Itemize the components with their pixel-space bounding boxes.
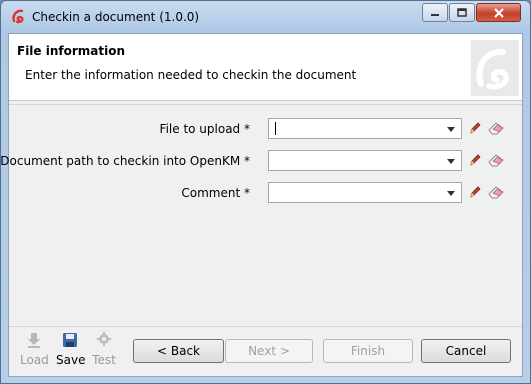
chevron-down-icon[interactable] [447, 159, 455, 164]
app-logo-icon [12, 9, 24, 24]
pencil-icon[interactable] [468, 153, 482, 167]
footer-divider [9, 326, 522, 327]
load-button[interactable]: Load [20, 331, 49, 367]
save-label: Save [56, 353, 86, 367]
minimize-button[interactable] [422, 3, 448, 22]
page-subtitle: Enter the information needed to checkin … [25, 68, 357, 82]
finish-button[interactable]: Finish [323, 339, 413, 363]
watermark-logo-icon [471, 40, 519, 96]
dialog-window: Checkin a document (1.0.0) File informat… [0, 0, 531, 384]
cancel-button[interactable]: Cancel [421, 339, 511, 363]
text-caret [275, 122, 276, 135]
minimize-icon [431, 13, 439, 16]
eraser-icon[interactable] [487, 120, 505, 136]
next-button[interactable]: Next > [225, 339, 313, 363]
test-label: Test [92, 353, 116, 367]
header-divider [9, 104, 522, 105]
eraser-icon[interactable] [487, 152, 505, 168]
page-title: File information [17, 44, 126, 58]
close-icon [493, 7, 504, 18]
page-header: File information Enter the information n… [9, 34, 522, 101]
comment-label: Comment * [181, 186, 250, 200]
eraser-icon[interactable] [487, 184, 505, 200]
chevron-down-icon[interactable] [447, 191, 455, 196]
window-title: Checkin a document (1.0.0) [32, 10, 200, 24]
chevron-down-icon[interactable] [447, 127, 455, 132]
pencil-icon[interactable] [468, 121, 482, 135]
file-to-upload-label: File to upload * [159, 122, 250, 136]
comment-combo[interactable] [268, 182, 462, 203]
pencil-icon[interactable] [468, 185, 482, 199]
document-path-combo[interactable] [268, 150, 462, 171]
load-label: Load [20, 353, 49, 367]
title-bar: Checkin a document (1.0.0) [1, 1, 530, 33]
save-button[interactable]: Save [56, 331, 86, 367]
download-icon [28, 333, 40, 348]
close-button[interactable] [476, 3, 521, 22]
dialog-content: File information Enter the information n… [0, 33, 523, 377]
save-icon [63, 333, 77, 347]
back-button[interactable]: < Back [133, 339, 224, 363]
document-path-label: Document path to checkin into OpenKM * [0, 154, 250, 168]
file-to-upload-combo[interactable] [268, 118, 462, 139]
gear-icon [97, 332, 111, 346]
test-button[interactable]: Test [90, 331, 118, 367]
maximize-button[interactable] [449, 3, 475, 22]
maximize-icon [457, 8, 467, 17]
